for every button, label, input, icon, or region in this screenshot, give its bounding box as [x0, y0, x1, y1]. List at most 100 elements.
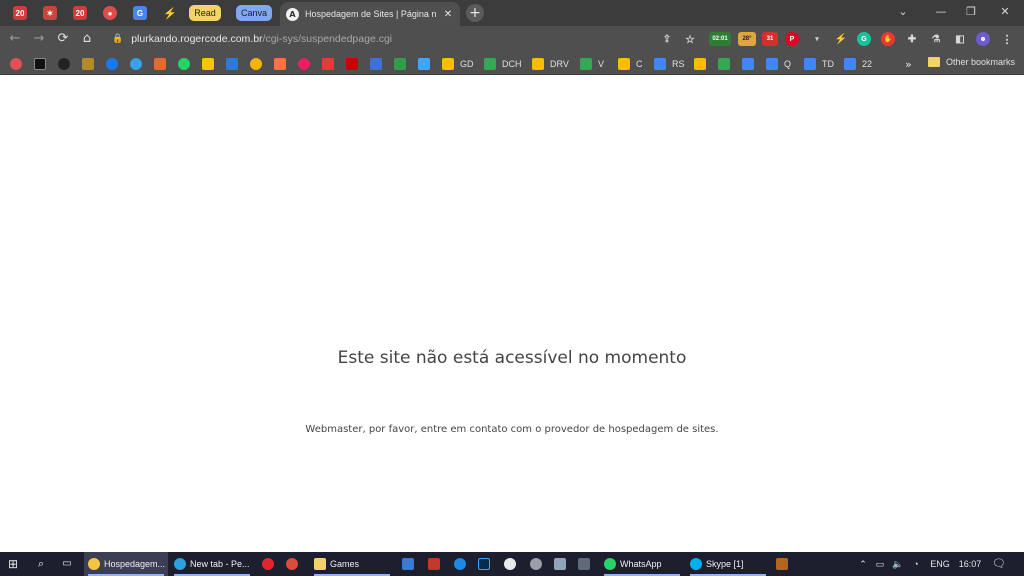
bookmark-icon-only[interactable] — [82, 57, 94, 71]
taskbar-item-chrome[interactable] — [282, 552, 304, 576]
notifications-icon[interactable]: 🗨 — [988, 552, 1010, 576]
reload-button[interactable]: ⟳ — [54, 30, 72, 48]
bookmark-icon-only[interactable] — [106, 57, 118, 71]
pinned-tab[interactable]: 20 — [66, 3, 94, 23]
clock[interactable]: 16:07 — [956, 552, 984, 576]
bookmark-icon-only[interactable] — [34, 57, 46, 71]
minimize-button[interactable]: — — [930, 3, 952, 21]
bookmark-icon-only[interactable] — [274, 57, 286, 71]
search-icon[interactable]: ⌕ — [30, 552, 52, 576]
url-text: plurkando.rogercode.com.br/cgi-sys/suspe… — [131, 33, 392, 45]
other-bookmarks-folder[interactable]: Other bookmarks — [928, 57, 1015, 67]
pinned-tab[interactable]: G — [126, 3, 154, 23]
restore-button[interactable]: ❐ — [960, 3, 982, 21]
timer-extension-icon[interactable]: 02:01 — [709, 32, 731, 46]
bookmark-icon-only[interactable] — [202, 57, 214, 71]
bookmark-icon-only[interactable] — [370, 57, 382, 71]
battery-icon[interactable]: ▭ — [872, 552, 888, 576]
taskbar-item-app[interactable] — [424, 552, 446, 576]
language-indicator[interactable]: ENG — [928, 552, 952, 576]
bookmark-icon-only[interactable] — [178, 57, 190, 71]
pinned-tab[interactable]: ✶ — [36, 3, 64, 23]
bookmark-v[interactable]: V — [580, 57, 604, 71]
taskbar-item-calculator[interactable] — [574, 552, 596, 576]
taskbar-item-app[interactable] — [772, 552, 794, 576]
bookmark-icon-only[interactable] — [394, 57, 406, 71]
alerts-extension-icon[interactable]: 31 — [762, 32, 778, 46]
profile-avatar[interactable]: ☻ — [976, 32, 990, 46]
tab-group-canva[interactable]: Canva — [236, 5, 272, 21]
imdb-icon — [202, 58, 214, 70]
task-view-icon[interactable]: ▭ — [56, 552, 78, 576]
wifi-extension-icon[interactable]: ▾ — [810, 32, 824, 46]
active-tab[interactable]: A Hospedagem de Sites | Página n ✕ — [280, 2, 460, 26]
network-icon[interactable]: ◔ — [908, 552, 924, 576]
bookmark-c[interactable]: C — [618, 57, 643, 71]
bookmark-icon-only[interactable] — [742, 57, 754, 71]
taskbar-item-photoshop[interactable] — [474, 552, 496, 576]
bookmark-icon-only[interactable] — [694, 57, 706, 71]
taskbar-item-whatsapp[interactable]: WhatsApp — [600, 552, 684, 576]
close-window-button[interactable]: ✕ — [994, 3, 1016, 21]
bookmark-icon-only[interactable] — [718, 57, 730, 71]
bookmark-dch[interactable]: DCH — [484, 57, 522, 71]
bookmark-gd[interactable]: GD — [442, 57, 474, 71]
side-panel-icon[interactable]: ◧ — [953, 32, 967, 46]
taskbar-item-app[interactable] — [398, 552, 420, 576]
bookmark-td[interactable]: TD — [804, 57, 834, 71]
bookmark-icon-only[interactable] — [250, 57, 262, 71]
taskbar-label: Games — [330, 559, 360, 569]
pinterest-icon[interactable]: P — [785, 32, 799, 46]
bookmark-icon-only[interactable] — [130, 57, 142, 71]
taskbar-item-app[interactable] — [550, 552, 572, 576]
tab-group-read[interactable]: Read — [189, 5, 221, 21]
pinned-tab[interactable]: 20 — [6, 3, 34, 23]
taskbar-item-opera[interactable] — [258, 552, 280, 576]
tab-search-icon[interactable]: ⌄ — [892, 3, 914, 21]
bookmark-label: Q — [784, 59, 792, 69]
taskbar-item-app[interactable] — [500, 552, 522, 576]
taskbar-item-settings[interactable] — [526, 552, 548, 576]
back-button[interactable]: ← — [6, 30, 24, 48]
bookmark-icon-only[interactable] — [298, 57, 310, 71]
bookmark-icon-only[interactable] — [346, 57, 358, 71]
bookmark-icon-only[interactable] — [322, 57, 334, 71]
bookmarks-overflow-chevron[interactable]: » — [905, 57, 912, 71]
menu-kebab-icon[interactable]: ⋮ — [1000, 32, 1014, 46]
pinned-tab[interactable]: ● — [96, 3, 124, 23]
taskbar-item-games-folder[interactable]: Games — [310, 552, 394, 576]
home-button[interactable]: ⌂ — [78, 30, 96, 48]
labs-flask-icon[interactable]: ⚗ — [929, 32, 943, 46]
adblock-icon[interactable]: ✋ — [881, 32, 895, 46]
bookmark-drv[interactable]: DRV — [532, 57, 569, 71]
extensions-puzzle-icon[interactable]: ✚ — [905, 32, 919, 46]
facebook-icon — [106, 58, 118, 70]
bookmark-q[interactable]: Q — [766, 57, 791, 71]
forward-button[interactable]: → — [30, 30, 48, 48]
taskbar-item-edge[interactable]: New tab - Pe... — [170, 552, 254, 576]
tray-overflow-chevron-icon[interactable]: ⌃ — [856, 552, 870, 576]
bookmark-icon-only[interactable] — [58, 57, 70, 71]
bookmark-22[interactable]: 22 — [844, 57, 872, 71]
start-windows-icon[interactable]: ⊞ — [0, 552, 26, 576]
taskbar-item-chrome-hospedagem[interactable]: Hospedagem... — [84, 552, 168, 576]
taskbar-item-app[interactable] — [450, 552, 472, 576]
bookmark-rs[interactable]: RS — [654, 57, 685, 71]
share-icon[interactable]: ⇪ — [660, 32, 674, 46]
close-tab-icon[interactable]: ✕ — [442, 9, 454, 20]
bookmark-icon-only[interactable] — [10, 57, 22, 71]
grammarly-icon[interactable]: G — [857, 32, 871, 46]
address-bar[interactable]: 🔒 plurkando.rogercode.com.br/cgi-sys/sus… — [106, 28, 706, 50]
lock-icon[interactable]: 🔒 — [112, 34, 123, 44]
bookmark-icon-only[interactable] — [418, 57, 430, 71]
weather-extension-icon[interactable]: 28° — [738, 32, 756, 46]
bookmark-icon-only[interactable] — [154, 57, 166, 71]
taskbar-item-skype[interactable]: Skype [1] — [686, 552, 770, 576]
volume-icon[interactable]: 🔈 — [890, 552, 906, 576]
bolt-extension-icon[interactable]: ⚡ — [834, 32, 848, 46]
bookmark-star-icon[interactable]: ☆ — [683, 32, 697, 46]
bookmark-icon-only[interactable] — [226, 57, 238, 71]
pinned-tab[interactable]: ⚡ — [156, 3, 184, 23]
drive-icon — [484, 58, 496, 70]
new-tab-button[interactable]: + — [466, 4, 484, 22]
